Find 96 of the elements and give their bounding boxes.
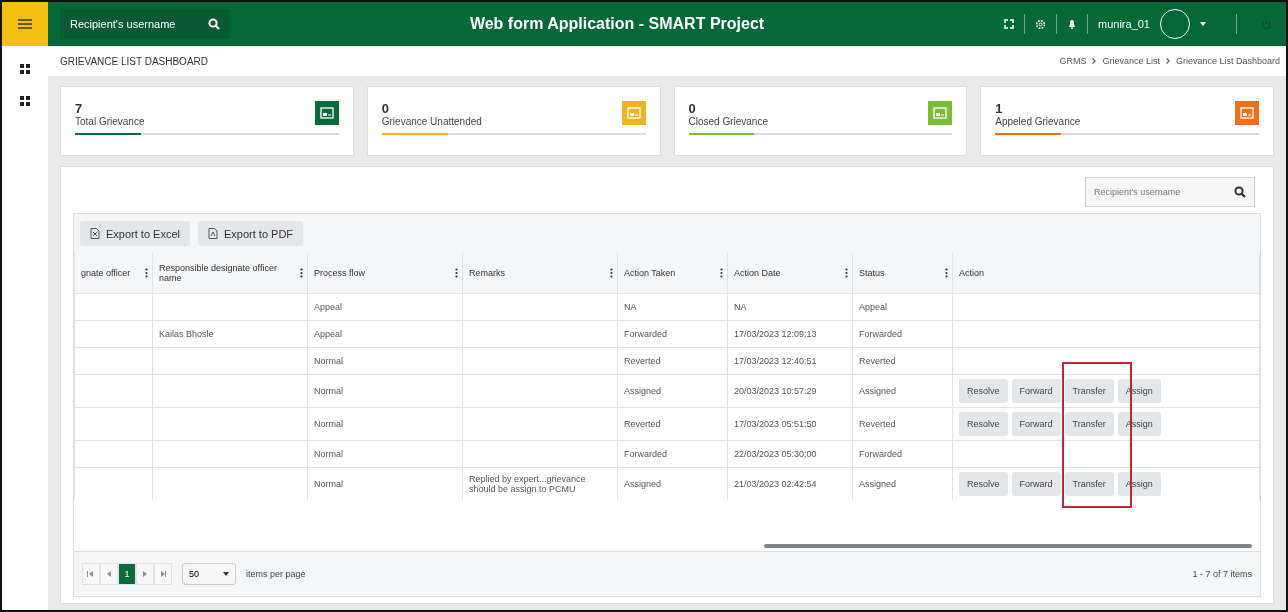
column-header[interactable]: Responsible designate officer name (152, 253, 308, 294)
table-cell: 20/03/2023 10:57:29 (734, 386, 817, 396)
stat-count: 0 (688, 101, 696, 116)
column-header[interactable]: Action (952, 253, 1260, 294)
column-menu-icon[interactable] (945, 268, 948, 278)
table-cell: Assigned (624, 479, 662, 489)
column-header[interactable]: Action Date (727, 253, 853, 294)
table-cell: Forwarded (859, 329, 903, 339)
export-pdf-button[interactable]: Export to PDF (198, 221, 304, 246)
table-cell: Appeal (314, 329, 343, 339)
table-cell: Normal (314, 386, 343, 396)
export-excel-button[interactable]: Export to Excel (80, 221, 190, 246)
first-page-icon (86, 569, 96, 579)
column-menu-icon[interactable] (845, 268, 848, 278)
last-page-icon (158, 569, 168, 579)
action-button[interactable]: Transfer (1064, 472, 1114, 496)
table-cell: NA (624, 302, 637, 312)
table-cell: 17/03/2023 05:51:50 (734, 419, 817, 429)
stat-count: 0 (381, 101, 389, 116)
search-icon[interactable] (208, 18, 220, 30)
first-page-button[interactable] (82, 563, 100, 585)
table-cell: Reverted (859, 419, 896, 429)
search-field[interactable]: Recipient's username (60, 9, 230, 39)
stat-count: 1 (995, 101, 1003, 116)
column-header[interactable]: Remarks (462, 253, 618, 294)
caret-icon (223, 572, 229, 576)
table-cell: Assigned (624, 386, 662, 396)
caret-icon[interactable] (1200, 22, 1206, 26)
table-cell: Forwarded (624, 449, 668, 459)
column-menu-icon[interactable] (610, 268, 613, 278)
column-header[interactable]: Status (852, 253, 953, 294)
table-cell: Assigned (859, 479, 897, 489)
table-cell: Forwarded (624, 329, 668, 339)
stat-label: Closed Grievance (688, 116, 768, 127)
menu-icon (18, 18, 32, 30)
bell-icon[interactable] (1067, 19, 1077, 29)
column-header[interactable]: Action Taken (617, 253, 728, 294)
fullscreen-icon[interactable] (1004, 19, 1014, 29)
column-menu-icon[interactable] (145, 268, 148, 278)
last-page-button[interactable] (154, 563, 172, 585)
action-button[interactable]: Forward (1011, 412, 1061, 436)
grid-icon[interactable] (20, 64, 30, 74)
chevron-icon (1092, 58, 1097, 64)
table-cell: 17/03/2023 12:09:13 (734, 329, 817, 339)
pager-summary: 1 - 7 of 7 items (1192, 569, 1252, 579)
action-button[interactable]: Forward (1011, 379, 1061, 403)
scrollbar-thumb[interactable] (764, 544, 1252, 548)
table-cell: Normal (314, 356, 343, 366)
table-cell: Appeal (859, 302, 888, 312)
table-cell: Reverted (624, 356, 661, 366)
action-button[interactable]: Transfer (1064, 379, 1114, 403)
column-header[interactable]: Process flow (307, 253, 463, 294)
excel-file-icon (90, 228, 100, 239)
table-cell: Assigned (859, 386, 897, 396)
username[interactable]: munira_01 (1098, 18, 1150, 30)
table-cell: 17/03/2023 12:40:51 (734, 356, 817, 366)
action-button[interactable]: Resolve (959, 379, 1008, 403)
breadcrumb-item[interactable]: Grievance List Dashboard (1175, 56, 1280, 66)
menu-button[interactable] (2, 2, 48, 46)
stat-label: Total Grievance (75, 116, 145, 127)
action-button[interactable]: Resolve (959, 412, 1008, 436)
table-cell: NA (734, 302, 747, 312)
table-cell: Kailas Bhosle (159, 329, 214, 339)
column-header[interactable]: gnate officer (74, 253, 153, 294)
table-cell: Normal (314, 479, 343, 489)
page-size-label: items per page (246, 569, 306, 579)
chevron-icon (1165, 58, 1170, 64)
column-menu-icon[interactable] (455, 268, 458, 278)
action-button[interactable]: Forward (1011, 472, 1061, 496)
search-icon[interactable] (1234, 186, 1246, 198)
action-button[interactable]: Resolve (959, 472, 1008, 496)
search-field[interactable]: Recipient's username (1085, 177, 1255, 207)
settings-icon[interactable] (1035, 18, 1046, 30)
breadcrumb-item[interactable]: Grievance List (1102, 56, 1160, 66)
table-cell: 22/03/2023 05:30:00 (734, 449, 817, 459)
table-cell: Reverted (624, 419, 661, 429)
table-cell: Normal (314, 449, 343, 459)
column-menu-icon[interactable] (720, 268, 723, 278)
page-size-dropdown[interactable]: 50 (182, 563, 236, 585)
stat-label: Grievance Unattended (381, 116, 482, 127)
stat-count: 7 (75, 101, 83, 116)
page-title: GRIEVANCE LIST DASHBOARD (60, 55, 208, 67)
pdf-file-icon (208, 228, 218, 239)
action-button[interactable]: Transfer (1064, 412, 1114, 436)
stat-label: Appeled Grievance (995, 116, 1081, 127)
table-cell: Normal (314, 419, 343, 429)
breadcrumb-item[interactable]: GRMS (1059, 56, 1087, 66)
column-menu-icon[interactable] (300, 268, 303, 278)
app-title: Web form Application - SMART Project (468, 15, 766, 33)
table-cell: Forwarded (859, 449, 903, 459)
table-cell: 21/03/2023 02:42:54 (734, 479, 817, 489)
grid-icon[interactable] (20, 96, 30, 106)
table-cell: Replied by expert...grievance should be assign to PCMU (469, 474, 586, 494)
table-cell: Reverted (859, 356, 896, 366)
table-cell: Appeal (314, 302, 343, 312)
page-button[interactable]: 1 (118, 563, 136, 585)
